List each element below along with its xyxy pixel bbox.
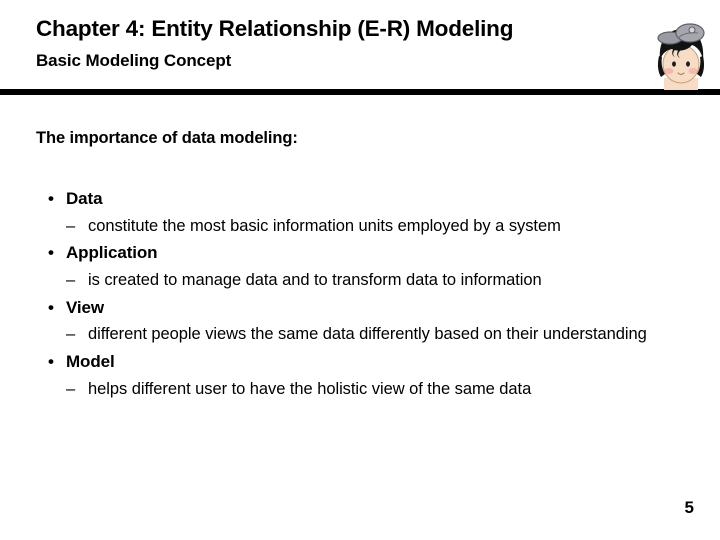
dash-marker-icon: – [66, 379, 76, 398]
cartoon-head-icon [657, 23, 705, 90]
page-subtitle: Basic Modeling Concept [36, 51, 232, 70]
bullet-item-model: • Model [0, 348, 700, 377]
sub-bullet-item: – helps different user to have the holis… [0, 377, 700, 402]
sub-bullet-text: helps different user to have the holisti… [88, 379, 532, 398]
sub-bullet-text: is created to manage data and to transfo… [88, 271, 542, 290]
bullet-item-application: • Application [0, 239, 700, 268]
bullet-marker-icon: • [48, 189, 54, 208]
page-number: 5 [684, 498, 694, 517]
bullet-item-data: • Data [0, 185, 700, 214]
dash-marker-icon: – [66, 216, 76, 235]
sub-bullet-item: – different people views the same data d… [0, 322, 700, 347]
bullet-label: Application [66, 243, 158, 263]
bullet-label: Model [66, 351, 115, 371]
page-title: Chapter 4: Entity Relationship (E-R) Mod… [36, 16, 514, 41]
dash-marker-icon: – [66, 271, 76, 290]
sub-bullet-item: – constitute the most basic information … [0, 214, 700, 239]
sub-bullet-text: different people views the same data dif… [88, 325, 647, 344]
bullet-marker-icon: • [48, 297, 54, 317]
slide-header: Chapter 4: Entity Relationship (E-R) Mod… [0, 0, 720, 95]
sub-bullet-item: – is created to manage data and to trans… [0, 268, 700, 293]
bullet-list: • Data – constitute the most basic infor… [0, 185, 700, 402]
bullet-item-view: • View [0, 294, 700, 323]
bullet-marker-icon: • [48, 351, 54, 371]
slide-body: The importance of data modeling: • Data … [0, 95, 720, 540]
lead-statement: The importance of data modeling: [36, 129, 298, 147]
sub-bullet-text: constitute the most basic information un… [88, 216, 561, 235]
bullet-label: Data [66, 189, 103, 208]
dash-marker-icon: – [66, 325, 76, 344]
slide: Chapter 4: Entity Relationship (E-R) Mod… [0, 0, 720, 540]
bullet-marker-icon: • [48, 243, 54, 263]
avatar [648, 8, 714, 90]
bullet-label: View [66, 297, 105, 317]
